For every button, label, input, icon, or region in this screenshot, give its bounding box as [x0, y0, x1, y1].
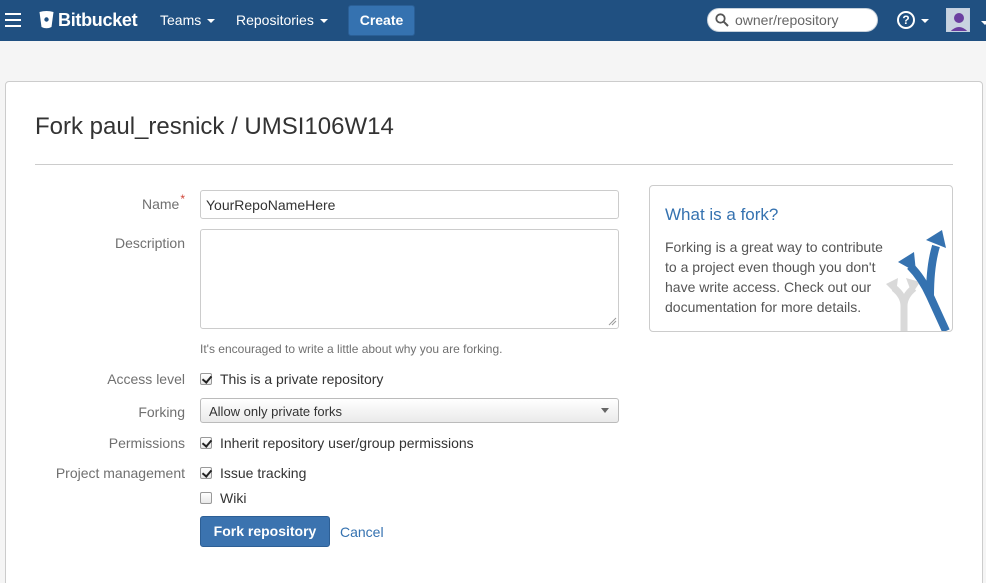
chevron-down-icon [601, 408, 609, 413]
inherit-permissions-checkbox-row[interactable]: Inherit repository user/group permission… [200, 435, 474, 451]
search-box[interactable] [707, 8, 878, 32]
chevron-down-icon [319, 19, 328, 23]
avatar[interactable] [946, 8, 970, 32]
access-level-label: Access level [107, 371, 185, 387]
private-repository-label: This is a private repository [220, 371, 384, 387]
nav-teams-dropdown[interactable]: Teams [160, 12, 216, 28]
description-hint: It's encouraged to write a little about … [200, 342, 503, 356]
bucket-icon [39, 11, 54, 29]
name-label-text: Name [141, 196, 180, 212]
bitbucket-logo[interactable]: Bitbucket [39, 8, 138, 32]
resize-grip-icon[interactable] [608, 317, 617, 326]
private-repository-checkbox[interactable] [200, 373, 212, 385]
search-icon [715, 13, 729, 27]
page-title: Fork paul_resnick / UMSI106W14 [35, 113, 394, 140]
wiki-checkbox-row[interactable]: Wiki [200, 490, 246, 506]
private-repository-checkbox-row[interactable]: This is a private repository [200, 371, 383, 387]
help-icon: ? [897, 11, 915, 29]
fork-arrows-icon [886, 230, 950, 331]
name-field[interactable] [200, 190, 619, 219]
menu-icon[interactable] [5, 13, 21, 27]
info-body: Forking is a great way to contribute to … [665, 239, 883, 315]
fork-repository-button[interactable]: Fork repository [200, 516, 330, 547]
chevron-down-icon [207, 19, 216, 23]
issue-tracking-label: Issue tracking [220, 465, 307, 481]
inherit-permissions-checkbox[interactable] [200, 437, 212, 449]
project-management-label: Project management [55, 465, 185, 481]
forking-label: Forking [138, 404, 185, 420]
forking-selected-value: Allow only private forks [209, 404, 342, 419]
search-input[interactable] [735, 12, 875, 28]
nav-repositories-dropdown[interactable]: Repositories [236, 12, 328, 28]
permissions-label: Permissions [108, 435, 185, 451]
forking-select[interactable]: Allow only private forks [200, 398, 619, 423]
cancel-link[interactable]: Cancel [340, 524, 384, 540]
wiki-checkbox[interactable] [200, 492, 212, 504]
inherit-permissions-label: Inherit repository user/group permission… [220, 435, 474, 451]
nav-repositories-label: Repositories [236, 12, 314, 28]
top-navigation-bar: Bitbucket Teams Repositories Create ? [0, 0, 986, 41]
main-panel [5, 81, 983, 583]
nav-teams-label: Teams [160, 12, 202, 28]
create-button[interactable]: Create [348, 5, 415, 36]
wiki-label: Wiki [220, 490, 247, 506]
title-divider [35, 164, 953, 165]
chevron-down-icon[interactable] [981, 21, 986, 25]
description-field[interactable] [200, 229, 619, 329]
name-label: Name* [5, 193, 185, 212]
required-marker: * [180, 192, 185, 207]
chevron-down-icon [921, 19, 929, 23]
description-label: Description [114, 235, 185, 251]
issue-tracking-checkbox-row[interactable]: Issue tracking [200, 465, 306, 481]
fork-info-box: What is a fork? Forking is a great way t… [649, 185, 953, 332]
info-title: What is a fork? [665, 205, 779, 224]
user-icon [947, 9, 969, 31]
issue-tracking-checkbox[interactable] [200, 467, 212, 479]
help-dropdown[interactable]: ? [897, 11, 929, 29]
logo-text: Bitbucket [58, 9, 138, 30]
